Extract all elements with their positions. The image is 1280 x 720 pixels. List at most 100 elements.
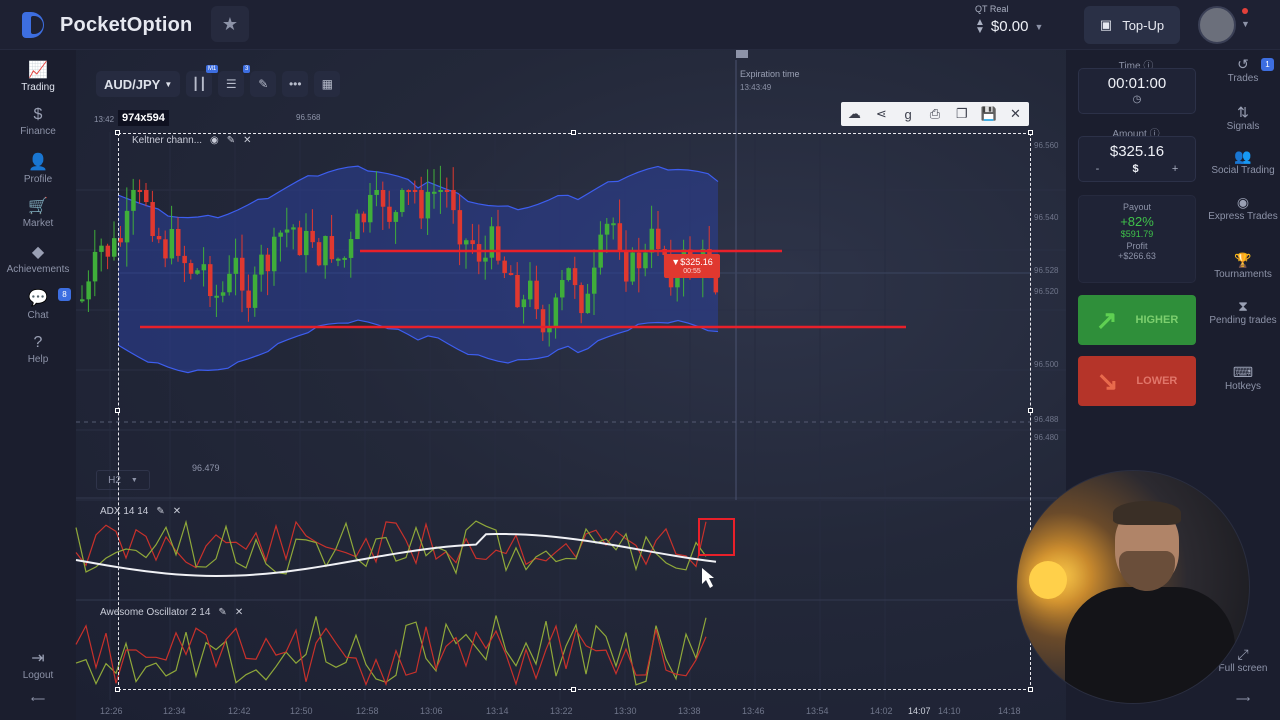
top-time-label: 13:42 [94, 115, 115, 124]
close-icon[interactable]: ✕ [243, 135, 251, 146]
candle-body [540, 309, 546, 333]
resize-handle[interactable] [115, 687, 120, 692]
higher-label: HIGHER [1135, 314, 1179, 326]
ao-indicator-label[interactable]: Awesome Oscillator 2 14 ✎ ✕ [100, 607, 243, 618]
price-scale-label: 96.500 [1034, 360, 1059, 369]
amount-input[interactable]: $325.16 - $ + [1078, 136, 1196, 182]
candle-body [272, 236, 277, 272]
caret-down-icon: ▼ [671, 257, 681, 267]
adx-label-text: ADX 14 14 [100, 506, 149, 517]
indicators-button[interactable]: ☰ 3 [218, 65, 251, 97]
share-icon[interactable]: ⋖ [872, 106, 890, 122]
candle-body [112, 238, 117, 257]
time-input[interactable]: 00:01:00 ◷ [1078, 68, 1196, 114]
time-axis-label: 14:02 [870, 706, 893, 716]
timeframe-selector[interactable]: H2 ▼ [96, 470, 150, 490]
time-axis-label: 14:07 [908, 706, 931, 716]
print-icon[interactable]: ⎙ [926, 106, 944, 122]
candle-body [182, 255, 187, 264]
ao-label-text: Awesome Oscillator 2 14 [100, 607, 211, 618]
upload-cloud-icon[interactable]: ☁ [845, 106, 863, 122]
hourglass-icon: ⧗ [1238, 298, 1248, 314]
pencil-icon[interactable]: ✎ [227, 135, 235, 146]
currency-toggle[interactable]: $ [1133, 163, 1139, 175]
save-icon[interactable]: 💾 [980, 106, 998, 122]
candle-body [265, 254, 271, 272]
adx-main-line [75, 533, 717, 577]
chart-toolbar: AUD/JPY ▼ ┃┃ M1 ☰ 3 ✎ ••• ▦ [96, 65, 341, 97]
pencil-icon[interactable]: ✎ [218, 607, 226, 618]
adx-indicator-label[interactable]: ADX 14 14 ✎ ✕ [100, 506, 181, 517]
candle-body [656, 228, 661, 250]
candle-body [188, 263, 194, 274]
resize-handle[interactable] [1028, 687, 1033, 692]
candle-body [464, 240, 469, 245]
lower-label: LOWER [1136, 375, 1178, 387]
resize-handle[interactable] [571, 130, 576, 135]
candle-body [630, 252, 635, 282]
candle-body [336, 258, 341, 261]
signal-icon: ⇅ [1237, 104, 1249, 120]
pencil-icon[interactable]: ✎ [156, 506, 164, 517]
asset-selector[interactable]: AUD/JPY ▼ [96, 71, 181, 97]
candle-body [585, 293, 591, 314]
right-nav-hotkeys[interactable]: ⌨ Hotkeys [1206, 365, 1280, 393]
candle-body [374, 190, 379, 195]
right-nav-pending-trades[interactable]: ⧗ Pending trades [1206, 298, 1280, 327]
drawing-tools-button[interactable]: ✎ [250, 71, 277, 97]
candle-body [137, 190, 143, 192]
time-axis-label: 13:54 [806, 706, 829, 716]
candle-body [579, 285, 584, 314]
copy-icon[interactable]: ❐ [953, 106, 971, 122]
right-nav-express-trades[interactable]: ◉ Express Trades [1206, 195, 1280, 223]
eye-icon[interactable]: ◉ [210, 135, 219, 146]
right-nav-social-trading[interactable]: 👥 Social Trading [1206, 149, 1280, 177]
candle-body [438, 190, 443, 192]
resize-handle[interactable] [1028, 130, 1033, 135]
candle-body [470, 240, 475, 245]
candle-body [560, 280, 565, 298]
mouse-cursor [702, 568, 714, 588]
presenter-body [1065, 587, 1235, 703]
keltner-indicator-label[interactable]: Keltner chann... ◉ ✎ ✕ [132, 135, 252, 146]
right-nav-label: Signals [1226, 121, 1260, 132]
trade-marker-amount: $325.16 [680, 257, 713, 267]
layout-button[interactable]: ▦ [314, 71, 341, 97]
candle-body [572, 268, 578, 286]
more-button[interactable]: ••• [282, 71, 309, 97]
resize-handle[interactable] [571, 687, 576, 692]
price-scale-label: 96.540 [1034, 213, 1059, 222]
price-scale-label: 96.560 [1034, 141, 1059, 150]
candle-body [163, 239, 168, 259]
webcam-overlay [1016, 470, 1250, 704]
google-icon[interactable]: g [899, 107, 917, 122]
resize-handle[interactable] [1028, 408, 1033, 413]
chart-type-button[interactable]: ┃┃ M1 [186, 65, 219, 97]
trend-down-icon: ↘ [1096, 365, 1119, 396]
profit-label: Profit [1126, 241, 1148, 251]
keltner-label-text: Keltner chann... [132, 135, 203, 146]
candle-body [92, 251, 98, 282]
candle-body [233, 257, 239, 274]
right-nav-signals[interactable]: ⇅ Signals [1206, 104, 1280, 133]
price-scale-label: 96.488 [1034, 415, 1059, 424]
higher-button[interactable]: ↗ HIGHER [1078, 295, 1196, 345]
right-nav-tournaments[interactable]: 🏆 Tournaments [1206, 253, 1280, 281]
resize-handle[interactable] [115, 130, 120, 135]
time-axis-label: 13:38 [678, 706, 701, 716]
trade-marker[interactable]: ▼$325.16 00:55 [664, 254, 720, 278]
timeframe-badge: M1 [205, 65, 219, 73]
amount-minus-button[interactable]: - [1096, 163, 1100, 175]
close-icon[interactable]: ✕ [173, 506, 181, 517]
close-icon[interactable]: ✕ [235, 607, 243, 618]
resize-handle[interactable] [115, 408, 120, 413]
right-nav-trades[interactable]: ↺ Trades 1 [1206, 57, 1280, 85]
amount-plus-button[interactable]: + [1172, 163, 1178, 175]
candle-body [643, 252, 648, 269]
candle-body [86, 281, 91, 300]
candle-body [521, 299, 527, 308]
clock-icon[interactable]: ◷ [1079, 94, 1195, 105]
lower-button[interactable]: ↘ LOWER [1078, 356, 1196, 406]
pencil-icon: ✎ [258, 77, 269, 91]
close-icon[interactable]: ✕ [1006, 106, 1024, 122]
